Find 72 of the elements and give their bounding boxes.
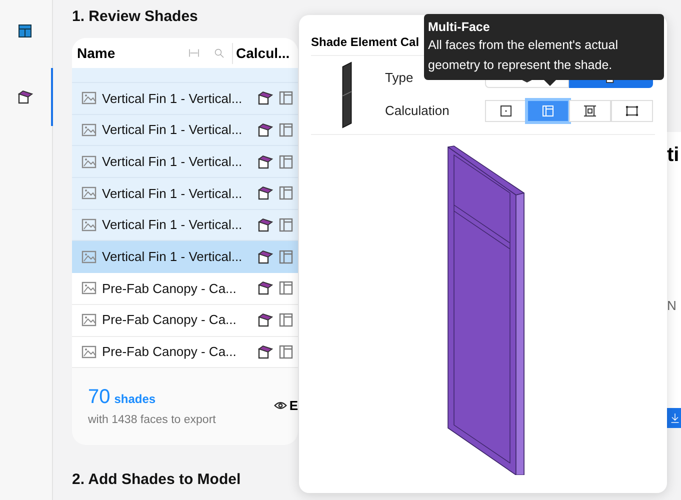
table-icon [17, 23, 33, 39]
image-icon [81, 217, 97, 234]
table-row[interactable]: Vertical Fin 1 - Vertical... [72, 178, 298, 210]
count-unit: shades [114, 391, 156, 408]
shade-icon [257, 122, 273, 138]
image-icon [81, 185, 97, 202]
panel-icon [278, 344, 294, 360]
panel-icon [278, 90, 294, 106]
popover-title: Shade Element Cal [311, 35, 420, 49]
calculation-toggle[interactable] [485, 100, 527, 122]
image-icon [81, 154, 97, 170]
table-row[interactable]: Vertical Fin 1 - Vertical... [72, 83, 298, 115]
shade-icon [257, 185, 273, 202]
download-button[interactable] [667, 408, 681, 428]
calculation-toggle[interactable] [527, 100, 569, 122]
panel-icon [278, 122, 294, 138]
shade-name: Vertical Fin 1 - Vertical... [102, 248, 244, 266]
image-icon [81, 344, 97, 360]
shade-icon [257, 90, 273, 106]
table-row[interactable]: Vertical Fin 1 - Vertical... [72, 210, 298, 242]
section-title: 1. Review Shades [72, 8, 199, 26]
panel-icon [278, 217, 294, 234]
table-row[interactable]: Pre-Fab Canopy - Ca... [72, 273, 298, 305]
panel-icon [278, 185, 294, 202]
tooltip-text: All faces from the element's actual geometry to represent the shade. [428, 37, 619, 74]
shade-name: Pre-Fab Canopy - Ca... [102, 280, 238, 298]
shade-icon [257, 312, 273, 328]
shade-icon [257, 344, 273, 360]
shade-icon [257, 248, 273, 265]
calculation-label: Calculation [385, 102, 450, 120]
table-row[interactable]: Vertical Fin 1 - Vertical... [72, 146, 298, 178]
panel-icon [278, 312, 294, 328]
image-icon [81, 312, 97, 328]
center-point-icon [498, 103, 514, 119]
calculation-toggle[interactable] [569, 100, 611, 122]
shade-name: Vertical Fin 1 - Vertical... [102, 216, 244, 234]
export-summary: with 1438 faces to export [88, 413, 216, 428]
stacked-frame-icon [582, 103, 598, 119]
panel-icon [278, 248, 294, 265]
image-icon [81, 280, 97, 296]
download-icon [669, 412, 681, 424]
shade-name: Vertical Fin 1 - Vertical... [102, 90, 244, 108]
shade-count: 70 [88, 385, 110, 410]
type-label: Type [385, 69, 414, 88]
panel-icon [278, 154, 294, 170]
shade-icon [257, 154, 273, 170]
section-title: 2. Add Shades to Model [72, 470, 242, 490]
table-row[interactable]: Vertical Fin 1 - Vertical... [72, 114, 298, 146]
shade-icon [257, 217, 273, 234]
image-icon [81, 122, 97, 138]
shade-icon [257, 280, 273, 296]
shade-name: Vertical Fin 1 - Vertical... [102, 184, 244, 203]
shade-name: Pre-Fab Canopy - Ca... [102, 343, 238, 362]
shade-name: Pre-Fab Canopy - Ca... [102, 311, 238, 330]
table-row[interactable]: Vertical Fin 1 - Vertical... [72, 241, 298, 274]
table-row[interactable]: Pre-Fab Canopy - Ca... [72, 336, 298, 368]
calculation-toggle[interactable] [611, 100, 653, 122]
column-header[interactable]: Name [77, 42, 185, 64]
shade-icon [17, 89, 33, 105]
column-header[interactable]: Calcul... [232, 42, 290, 64]
partial-text: N [667, 297, 678, 315]
tooltip-title: Multi-Face [428, 20, 491, 35]
panel-icon [540, 103, 556, 119]
table-row[interactable]: Pre-Fab Canopy - Ca... [72, 304, 298, 336]
image-icon [81, 248, 97, 265]
shade-name: Vertical Fin 1 - Vertical... [102, 121, 244, 140]
shade-name: Vertical Fin 1 - Vertical... [102, 152, 244, 171]
partial-heading: ti [667, 143, 680, 168]
panel-icon [278, 280, 294, 296]
preview-button[interactable]: E [274, 396, 298, 416]
image-icon [81, 90, 97, 106]
corner-frame-icon [624, 103, 640, 119]
